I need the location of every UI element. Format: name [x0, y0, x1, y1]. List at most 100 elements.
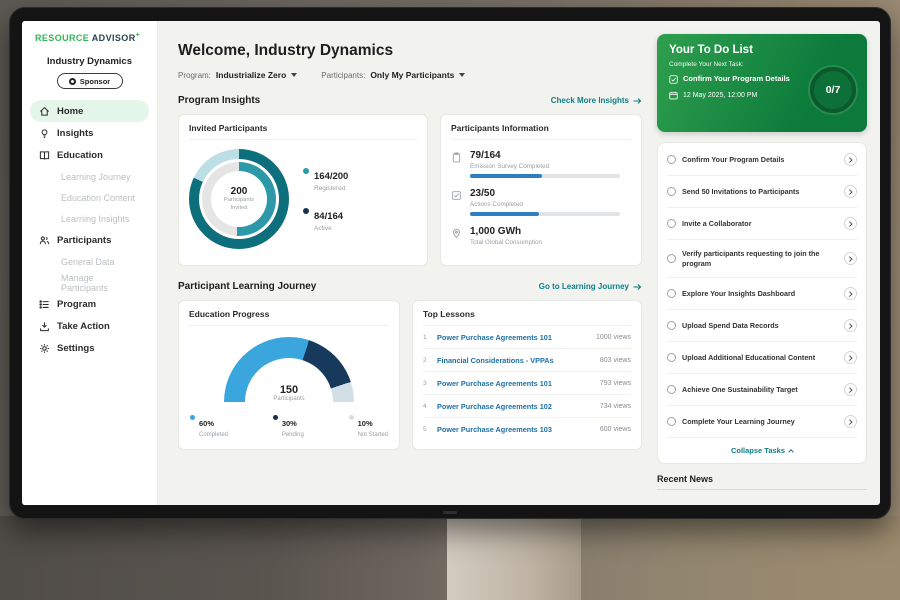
lesson-link[interactable]: Power Purchase Agreements 103 — [437, 425, 594, 434]
task-chevron-button[interactable] — [844, 351, 857, 364]
monitor-logo — [443, 511, 457, 514]
task-label: Achieve One Sustainability Target — [682, 385, 838, 395]
task-checkbox[interactable] — [667, 254, 676, 263]
task-chevron-button[interactable] — [844, 185, 857, 198]
sidebar-item-education-content[interactable]: Education Content — [30, 187, 149, 208]
task-row[interactable]: Verify participants requesting to join t… — [667, 240, 857, 278]
legend-value: 60% — [199, 419, 214, 428]
arrow-right-icon — [633, 283, 642, 291]
card-title: Participants Information — [451, 123, 631, 140]
task-row[interactable]: Invite a Collaborator — [667, 208, 857, 240]
lesson-link[interactable]: Financial Considerations - VPPAs — [437, 356, 594, 365]
task-row[interactable]: Upload Spend Data Records — [667, 310, 857, 342]
task-row[interactable]: Upload Additional Educational Content — [667, 342, 857, 374]
legend-dot — [349, 415, 354, 420]
task-checkbox[interactable] — [667, 417, 676, 426]
logo-plus: + — [136, 32, 141, 39]
learning-journey-header: Participant Learning Journey Go to Learn… — [178, 281, 642, 292]
sidebar-item-general-data[interactable]: General Data — [30, 251, 149, 272]
lesson-views: 600 views — [600, 426, 631, 433]
sidebar-item-participants[interactable]: Participants — [30, 229, 149, 251]
legend-value: 30% — [282, 419, 297, 428]
check-square-icon — [669, 75, 678, 84]
sidebar-item-settings[interactable]: Settings — [30, 337, 149, 359]
lesson-row: 5 Power Purchase Agreements 103 600 view… — [423, 418, 631, 440]
stat-value: 23/50 — [470, 188, 620, 199]
sidebar-item-manage-participants[interactable]: Manage Participants — [30, 272, 149, 293]
todo-next-task[interactable]: Confirm Your Program Details — [669, 74, 801, 84]
task-row[interactable]: Confirm Your Program Details — [667, 144, 857, 176]
education-progress-card: Education Progress 150 Participants — [178, 300, 400, 450]
sidebar-nav: Home Insights Education Learning Journey… — [22, 100, 157, 359]
sidebar-item-label: Education Content — [61, 193, 135, 203]
legend-value: 164/200 — [314, 171, 348, 182]
task-checkbox[interactable] — [667, 219, 676, 228]
lesson-rank: 1 — [423, 334, 431, 341]
lesson-rank: 5 — [423, 426, 431, 433]
task-checkbox[interactable] — [667, 155, 676, 164]
participants-select[interactable]: Participants: Only My Participants — [321, 70, 465, 80]
task-chevron-button[interactable] — [844, 415, 857, 428]
todo-counter: 0/7 — [826, 84, 841, 96]
task-checkbox[interactable] — [667, 385, 676, 394]
stat-label: Actions Completed — [470, 201, 620, 208]
chevron-down-icon — [459, 73, 465, 77]
card-title: Invited Participants — [189, 123, 417, 140]
task-label: Invite a Collaborator — [682, 219, 838, 229]
task-checkbox[interactable] — [667, 187, 676, 196]
task-row[interactable]: Achieve One Sustainability Target — [667, 374, 857, 406]
go-to-learning-journey-link[interactable]: Go to Learning Journey — [539, 282, 642, 291]
sidebar-item-program[interactable]: Program — [30, 293, 149, 315]
task-label: Explore Your Insights Dashboard — [682, 289, 838, 299]
sidebar-item-learning-journey[interactable]: Learning Journey — [30, 166, 149, 187]
sidebar-item-label: Learning Insights — [61, 214, 130, 224]
task-checkbox[interactable] — [667, 321, 676, 330]
legend-item-registered: 164/200Registered — [303, 166, 348, 192]
lesson-link[interactable]: Power Purchase Agreements 101 — [437, 379, 594, 388]
program-select[interactable]: Program: Industrialize Zero — [178, 70, 297, 80]
task-row[interactable]: Explore Your Insights Dashboard — [667, 278, 857, 310]
task-row[interactable]: Send 50 Invitations to Participants — [667, 176, 857, 208]
lesson-link[interactable]: Power Purchase Agreements 102 — [437, 402, 594, 411]
legend-dot — [303, 208, 309, 214]
task-chevron-button[interactable] — [844, 252, 857, 265]
sidebar-item-learning-insights[interactable]: Learning Insights — [30, 208, 149, 229]
legend-item-completed: 60%Completed — [190, 413, 228, 438]
chevron-down-icon — [291, 73, 297, 77]
sponsor-badge[interactable]: Sponsor — [57, 73, 123, 89]
lesson-link[interactable]: Power Purchase Agreements 101 — [437, 333, 590, 342]
program-select-value: Industrialize Zero — [216, 70, 286, 80]
sidebar-item-home[interactable]: Home — [30, 100, 149, 122]
task-chevron-button[interactable] — [844, 153, 857, 166]
sidebar-item-label: Learning Journey — [61, 172, 131, 182]
arrow-right-icon — [633, 97, 642, 105]
task-list: Confirm Your Program Details Send 50 Inv… — [657, 142, 867, 464]
home-icon — [39, 106, 50, 117]
chevron-right-icon — [848, 157, 853, 162]
invited-participants-card: Invited Participants 200 Participants In… — [178, 114, 428, 266]
gauge-center-value: 150 — [224, 384, 354, 396]
legend-value: 84/164 — [314, 211, 343, 222]
section-title: Program Insights — [178, 95, 260, 106]
lesson-views: 734 views — [600, 403, 631, 410]
task-label: Confirm Your Program Details — [682, 155, 838, 165]
chevron-right-icon — [848, 189, 853, 194]
stat-value: 1,000 GWh — [470, 226, 542, 237]
collapse-tasks-link[interactable]: Collapse Tasks — [667, 438, 857, 462]
chevron-right-icon — [848, 221, 853, 226]
task-chevron-button[interactable] — [844, 217, 857, 230]
sidebar-item-education[interactable]: Education — [30, 144, 149, 166]
task-chevron-button[interactable] — [844, 383, 857, 396]
sidebar-item-insights[interactable]: Insights — [30, 122, 149, 144]
progress-bar — [470, 174, 620, 178]
task-checkbox[interactable] — [667, 289, 676, 298]
check-more-insights-link[interactable]: Check More Insights — [551, 96, 642, 105]
task-chevron-button[interactable] — [844, 319, 857, 332]
task-label: Upload Spend Data Records — [682, 321, 838, 331]
main-content: Welcome, Industry Dynamics Program: Indu… — [158, 21, 654, 505]
task-checkbox[interactable] — [667, 353, 676, 362]
sidebar-item-take-action[interactable]: Take Action — [30, 315, 149, 337]
task-row[interactable]: Complete Your Learning Journey — [667, 406, 857, 438]
todo-progress-badge: 0/7 — [810, 67, 856, 113]
task-chevron-button[interactable] — [844, 287, 857, 300]
